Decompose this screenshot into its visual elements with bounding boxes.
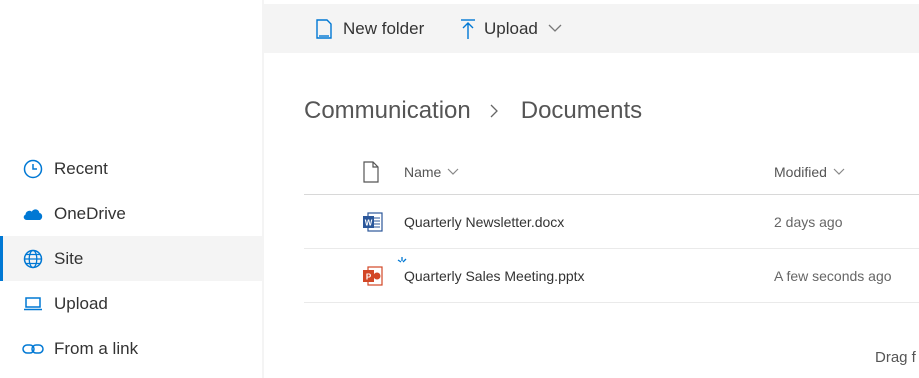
sidebar-item-label: From a link [54,338,139,358]
sidebar-item-recent[interactable]: Recent [0,146,262,191]
cloud-icon [22,203,44,225]
file-type-column-icon[interactable] [362,150,380,194]
sidebar-item-label: OneDrive [54,203,126,223]
file-name[interactable]: Quarterly Sales Meeting.pptx [404,249,585,302]
clock-icon [22,158,44,180]
file-list-header: Name Modified [304,150,919,195]
chevron-down-icon [447,168,459,176]
sidebar-item-onedrive[interactable]: OneDrive [0,191,262,236]
file-name[interactable]: Quarterly Newsletter.docx [404,195,564,248]
modified-column-header[interactable]: Modified [774,150,845,194]
link-icon [22,338,44,360]
breadcrumb: Communication Documents [304,94,642,128]
table-row[interactable]: P Quarterly Sales Meeting.pptx A few sec… [304,249,919,303]
upload-arrow-icon [460,18,476,40]
sidebar-item-label: Upload [54,293,108,313]
svg-text:W: W [365,218,373,227]
chevron-right-icon [489,104,503,118]
breadcrumb-item-documents[interactable]: Documents [521,97,642,125]
upload-label: Upload [484,18,538,38]
drag-drop-hint: Drag f [875,349,916,366]
sidebar-item-site[interactable]: Site [0,236,262,281]
file-modified: 2 days ago [774,213,843,230]
table-row[interactable]: W Quarterly Newsletter.docx 2 days ago [304,195,919,249]
new-folder-icon [315,18,333,40]
command-bar: New folder Upload [264,4,919,53]
name-column-header[interactable]: Name [404,150,459,194]
upload-button[interactable]: Upload [460,4,562,53]
laptop-icon [22,293,44,315]
chevron-down-icon [833,168,845,176]
powerpoint-file-icon: P [362,249,384,302]
sidebar-item-label: Site [54,248,84,268]
name-column-label: Name [404,164,442,180]
svg-text:P: P [366,272,372,281]
sidebar-divider [262,0,264,378]
new-folder-button[interactable]: New folder [315,4,424,53]
file-list: Name Modified W Quarterly Newsletter.doc… [304,150,919,303]
word-file-icon: W [362,195,384,248]
sidebar-item-label: Recent [54,158,108,178]
sidebar-item-upload[interactable]: Upload [0,281,262,326]
sidebar-item-from-a-link[interactable]: From a link [0,326,262,371]
chevron-down-icon [548,24,562,33]
modified-column-label: Modified [774,164,827,180]
globe-icon [22,248,44,270]
left-sidebar: Recent OneDrive Site Upload From a link [0,0,262,378]
file-modified: A few seconds ago [774,267,892,284]
new-folder-label: New folder [343,18,425,38]
breadcrumb-item-communication[interactable]: Communication [304,97,471,125]
